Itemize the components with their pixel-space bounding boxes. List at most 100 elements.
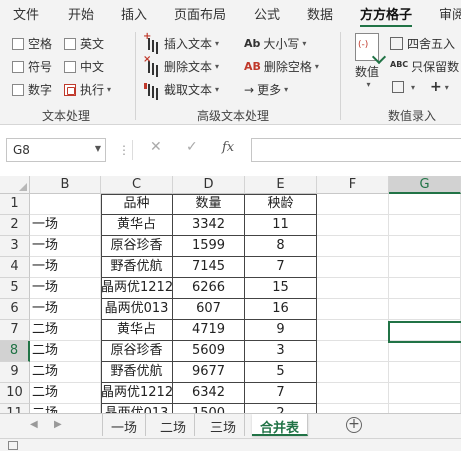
cell-d5[interactable]: 6266: [173, 278, 245, 299]
spreadsheet-grid[interactable]: B C D E F G 1 品种 数量 秧龄 2 一场 黄华占 3342 11 3 一场 原谷珍香 15…: [0, 176, 461, 413]
cell-c4[interactable]: 野香优航: [101, 257, 173, 278]
cell-d8[interactable]: 5609: [173, 341, 245, 362]
sheet-tab-1[interactable]: 一场: [102, 414, 147, 436]
cell-b2[interactable]: 一场: [30, 215, 101, 236]
cell-f7[interactable]: [317, 320, 389, 341]
enter-icon[interactable]: ✓: [186, 139, 198, 155]
cell-f11[interactable]: [317, 404, 389, 413]
cell-f3[interactable]: [317, 236, 389, 257]
cell-e10[interactable]: 7: [245, 383, 317, 404]
cell-f1[interactable]: [317, 194, 389, 215]
column-header-c[interactable]: C: [101, 176, 173, 194]
cell-d2[interactable]: 3342: [173, 215, 245, 236]
column-header-d[interactable]: D: [173, 176, 245, 194]
plus-button[interactable]: + ▾: [430, 79, 449, 95]
column-header-g[interactable]: G: [389, 176, 461, 194]
check-chinese[interactable]: 中文: [64, 58, 104, 75]
menu-page-layout[interactable]: 页面布局: [174, 4, 226, 23]
cell-c5[interactable]: 晶两优1212: [101, 278, 173, 299]
cell-c7[interactable]: 黄华占: [101, 320, 173, 341]
cell-g9[interactable]: [389, 362, 461, 383]
column-header-e[interactable]: E: [245, 176, 317, 194]
cell-e5[interactable]: 15: [245, 278, 317, 299]
sheet-tab-merged[interactable]: 合并表: [252, 414, 309, 436]
cell-c11[interactable]: 晶两优013: [101, 404, 173, 413]
cell-g3[interactable]: [389, 236, 461, 257]
row-header-7[interactable]: 7: [0, 320, 30, 341]
column-header-b[interactable]: B: [30, 176, 101, 194]
checkbox-icon[interactable]: [12, 60, 24, 73]
check-english[interactable]: 英文: [64, 35, 104, 52]
cell-b8[interactable]: 二场: [30, 341, 101, 362]
cell-c6[interactable]: 晶两优013: [101, 299, 173, 320]
menu-review[interactable]: 审阅: [439, 4, 461, 23]
cell-e4[interactable]: 7: [245, 257, 317, 278]
case-button[interactable]: Ab 大小写 ▾: [244, 35, 306, 52]
checkbox-icon[interactable]: [12, 37, 24, 50]
cell-b6[interactable]: 一场: [30, 299, 101, 320]
scroll-left-icon[interactable]: ◀: [30, 419, 38, 430]
remove-space-button[interactable]: AB 删除空格 ▾: [244, 58, 319, 75]
cell-d10[interactable]: 6342: [173, 383, 245, 404]
select-all-corner[interactable]: [0, 176, 30, 194]
execute-button[interactable]: 执行 ▾: [64, 81, 111, 98]
cell-d6[interactable]: 607: [173, 299, 245, 320]
cell-g10[interactable]: [389, 383, 461, 404]
cell-d11[interactable]: 1500: [173, 404, 245, 413]
cell-e9[interactable]: 5: [245, 362, 317, 383]
cell-e3[interactable]: 8: [245, 236, 317, 257]
insert-text-button[interactable]: 插入文本 ▾: [143, 31, 219, 52]
row-header-11[interactable]: 11: [0, 404, 30, 413]
row-header-1[interactable]: 1: [0, 194, 30, 215]
check-symbol[interactable]: 符号: [12, 58, 52, 75]
formula-input[interactable]: [251, 138, 461, 162]
row-header-9[interactable]: 9: [0, 362, 30, 383]
cell-g2[interactable]: [389, 215, 461, 236]
menu-home[interactable]: 开始: [68, 4, 94, 23]
cell-e7[interactable]: 9: [245, 320, 317, 341]
cell-f5[interactable]: [317, 278, 389, 299]
cell-b1[interactable]: [30, 194, 101, 215]
cell-b10[interactable]: 二场: [30, 383, 101, 404]
edit-button[interactable]: ▾: [392, 81, 415, 93]
extract-text-button[interactable]: 截取文本 ▾: [144, 81, 219, 98]
chevron-down-icon[interactable]: ▼: [95, 144, 101, 153]
cell-b3[interactable]: 一场: [30, 236, 101, 257]
active-cell-g8[interactable]: [388, 321, 461, 343]
cell-b4[interactable]: 一场: [30, 257, 101, 278]
round-button[interactable]: 四舍五入: [390, 35, 455, 52]
cell-f9[interactable]: [317, 362, 389, 383]
cell-d7[interactable]: 4719: [173, 320, 245, 341]
menu-file[interactable]: 文件: [13, 4, 39, 23]
menu-insert[interactable]: 插入: [121, 4, 147, 23]
name-box[interactable]: G8 ▼: [6, 138, 106, 162]
row-header-5[interactable]: 5: [0, 278, 30, 299]
cell-d3[interactable]: 1599: [173, 236, 245, 257]
cell-f8[interactable]: [317, 341, 389, 362]
check-number[interactable]: 数字: [12, 81, 52, 98]
row-header-10[interactable]: 10: [0, 383, 30, 404]
menu-fangfang-gezi[interactable]: 方方格子: [360, 4, 412, 23]
cell-c9[interactable]: 野香优航: [101, 362, 173, 383]
cell-e11[interactable]: 2: [245, 404, 317, 413]
cell-g1[interactable]: [389, 194, 461, 215]
cell-e8[interactable]: 3: [245, 341, 317, 362]
cell-b7[interactable]: 二场: [30, 320, 101, 341]
keep-number-button[interactable]: ABC 只保留数: [390, 58, 459, 75]
scroll-right-icon[interactable]: ▶: [54, 419, 62, 430]
row-header-4[interactable]: 4: [0, 257, 30, 278]
cell-g4[interactable]: [389, 257, 461, 278]
cell-e6[interactable]: 16: [245, 299, 317, 320]
row-header-2[interactable]: 2: [0, 215, 30, 236]
cell-c8[interactable]: 原谷珍香: [101, 341, 173, 362]
cell-c10[interactable]: 晶两优1212: [101, 383, 173, 404]
cell-c3[interactable]: 原谷珍香: [101, 236, 173, 257]
column-header-f[interactable]: F: [317, 176, 389, 194]
cell-f6[interactable]: [317, 299, 389, 320]
cell-g8[interactable]: [389, 341, 461, 362]
cell-c1[interactable]: 品种: [101, 194, 173, 215]
cell-f4[interactable]: [317, 257, 389, 278]
cell-g5[interactable]: [389, 278, 461, 299]
sheet-tab-3[interactable]: 三场: [202, 414, 246, 436]
menu-formulas[interactable]: 公式: [254, 4, 280, 23]
